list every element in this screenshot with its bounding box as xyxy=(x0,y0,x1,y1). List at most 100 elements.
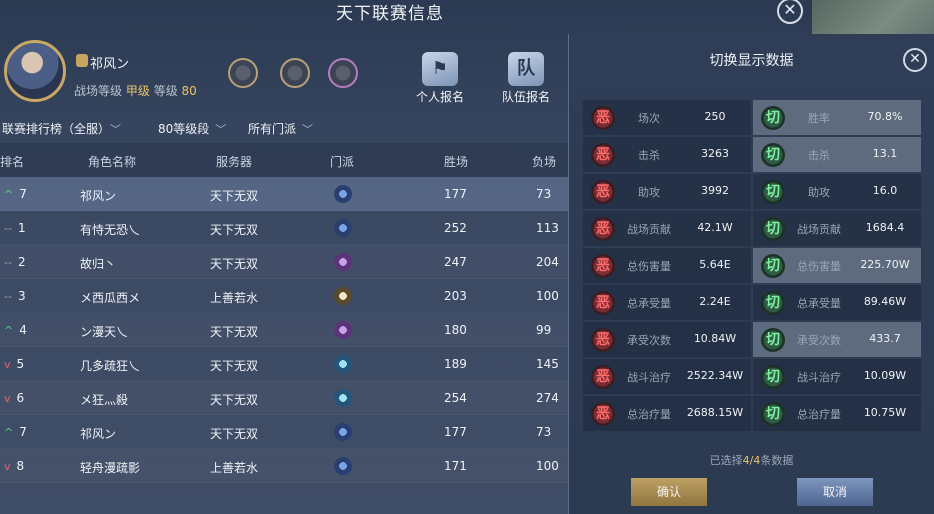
stat-option-right-6[interactable]: 切承受次数 433.7 xyxy=(753,322,921,357)
sect-emblem-icon xyxy=(334,457,352,475)
scroll-flag-icon: ⚑ xyxy=(422,52,458,86)
sect-emblem-icon xyxy=(334,355,352,373)
stat-option-right-7[interactable]: 切战斗治疗 10.09W xyxy=(753,359,921,394)
table-row[interactable]: v 5 几多疏狂乀 天下无双 189 145 xyxy=(0,347,568,381)
table-row[interactable]: ^ 7 祁风ン 天下无双 177 73 xyxy=(0,177,568,211)
header-sect: 门派 xyxy=(330,155,355,169)
average-stat-icon: 切 xyxy=(761,143,785,167)
personal-signup-button[interactable]: ⚑ 个人报名 xyxy=(410,52,470,104)
stat-label: 承受次数 xyxy=(627,334,671,347)
rank-cell: v6 xyxy=(4,391,25,405)
chevron-down-icon: ﹀ xyxy=(215,123,227,136)
losses-cell: 204 xyxy=(536,255,559,269)
average-stat-icon: 切 xyxy=(761,106,785,130)
stat-value: 89.46W xyxy=(863,295,907,308)
total-stat-icon: 恶 xyxy=(591,291,615,315)
stat-value: 10.84W xyxy=(693,332,737,345)
team-signup-button[interactable]: 队 队伍报名 xyxy=(496,52,556,104)
window-close-button[interactable]: ✕ xyxy=(777,0,803,24)
stat-option-right-8[interactable]: 切总治疗量 10.75W xyxy=(753,396,921,431)
stat-label: 总承受量 xyxy=(627,297,671,310)
table-row[interactable]: ^ 4 ン漫天乀 天下无双 180 99 xyxy=(0,313,568,347)
losses-cell: 274 xyxy=(536,391,559,405)
table-row[interactable]: -- 1 有恃无恐乀 天下无双 252 113 xyxy=(0,211,568,245)
average-stat-icon: 切 xyxy=(761,217,785,241)
stat-label: 场次 xyxy=(638,112,660,125)
personal-signup-label: 个人报名 xyxy=(415,90,464,104)
selected-count-text: 已选择4/4条数据 xyxy=(709,454,794,467)
table-body: ^ 7 祁风ン 天下无双 177 73 -- 1 有恃无恐乀 天下无双 252 113 -- 2 故归丶 天下… xyxy=(0,177,568,483)
total-stat-icon: 恶 xyxy=(591,402,615,426)
medal-trophy-icon[interactable] xyxy=(280,58,310,88)
table-row[interactable]: -- 3 メ西瓜西メ 上善若水 203 100 xyxy=(0,279,568,313)
stat-option-right-4[interactable]: 切总伤害量 225.70W xyxy=(753,248,921,283)
stat-option-left-3[interactable]: 恶战场贡献 42.1W xyxy=(583,211,751,246)
player-name-cell: 祁风ン xyxy=(80,189,117,203)
stat-option-left-7[interactable]: 恶战斗治疗 2522.34W xyxy=(583,359,751,394)
trend-down-icon: v xyxy=(4,358,11,371)
sect-emblem-icon xyxy=(334,389,352,407)
table-row[interactable]: v 6 メ狂灬殺 天下无双 254 274 xyxy=(0,381,568,415)
team-shield-icon: 队 xyxy=(508,52,544,86)
total-stat-icon: 恶 xyxy=(591,254,615,278)
stat-option-left-2[interactable]: 恶 助攻 3992 xyxy=(583,174,751,209)
minimap-corner xyxy=(812,0,934,38)
stat-value: 10.09W xyxy=(863,369,907,382)
selected-count: 4/4 xyxy=(742,454,761,467)
filter-sect[interactable]: 所有门派 ﹀ xyxy=(248,120,313,137)
switch-data-panel: 切换显示数据 ✕ 恶场次 250 恶击杀 3263 恶助攻 3992 恶战场贡献 42.1W 恶… xyxy=(568,34,934,514)
server-cell: 上善若水 xyxy=(210,291,259,305)
table-row[interactable]: v 8 轻舟漫疏影 上善若水 171 100 xyxy=(0,449,568,483)
server-cell: 天下无双 xyxy=(210,257,259,271)
stat-option-left-4[interactable]: 恶总伤害量 5.64E xyxy=(583,248,751,283)
wins-cell: 252 xyxy=(444,221,467,235)
server-cell: 天下无双 xyxy=(210,427,259,441)
table-row[interactable]: ^ 7 祁风ン 天下无双 177 73 xyxy=(0,415,568,449)
stat-option-left-6[interactable]: 恶承受次数 10.84W xyxy=(583,322,751,357)
stat-option-right-5[interactable]: 切总承受量 89.46W xyxy=(753,285,921,320)
rank-cell: -- 1 xyxy=(4,221,26,235)
stat-option-left-0[interactable]: 恶 场次 250 xyxy=(583,100,751,135)
stat-value: 250 xyxy=(704,110,726,123)
table-header: 排名 角色名称 服务器 门派 胜场 负场 xyxy=(0,143,568,177)
stat-value: 13.1 xyxy=(872,147,898,160)
rank-cell: -- 3 xyxy=(4,289,26,303)
stat-value: 42.1W xyxy=(697,221,733,234)
losses-cell: 145 xyxy=(536,357,559,371)
total-stat-icon: 恶 xyxy=(591,365,615,389)
stat-option-right-3[interactable]: 切战场贡献 1684.4 xyxy=(753,211,921,246)
player-name-cell: メ狂灬殺 xyxy=(80,393,129,407)
stat-option-right-2[interactable]: 切 助攻 16.0 xyxy=(753,174,921,209)
stat-label: 承受次数 xyxy=(797,334,841,347)
trend-up-icon: ^ xyxy=(4,426,14,439)
stat-option-right-1[interactable]: 切 击杀 13.1 xyxy=(753,137,921,172)
sect-emblem-icon xyxy=(334,321,352,339)
table-row[interactable]: -- 2 故归丶 天下无双 247 204 xyxy=(0,245,568,279)
filter-level-band[interactable]: 80等级段 ﹀ xyxy=(158,120,226,137)
stat-option-left-5[interactable]: 恶总承受量 2.24E xyxy=(583,285,751,320)
confirm-button[interactable]: 确认 xyxy=(631,478,707,506)
stat-value: 2522.34W xyxy=(686,369,744,382)
rank-cell: ^ 4 xyxy=(4,323,27,337)
stat-value: 2688.15W xyxy=(686,406,744,419)
cancel-button[interactable]: 取消 xyxy=(797,478,873,506)
medal-shield-icon[interactable] xyxy=(328,58,358,88)
sect-emblem-icon xyxy=(334,287,352,305)
stat-option-right-0[interactable]: 切 胜率 70.8% xyxy=(753,100,921,135)
average-stat-icon: 切 xyxy=(761,402,785,426)
close-icon: ✕ xyxy=(909,51,921,67)
stat-option-left-8[interactable]: 恶总治疗量 2688.15W xyxy=(583,396,751,431)
medal-target-icon[interactable] xyxy=(228,58,258,88)
stat-label: 战场贡献 xyxy=(627,223,671,236)
server-cell: 上善若水 xyxy=(210,461,259,475)
avatar[interactable] xyxy=(4,40,66,102)
wins-cell: 247 xyxy=(444,255,467,269)
stat-value: 3263 xyxy=(701,147,729,160)
losses-cell: 100 xyxy=(536,289,559,303)
filter-ranking-scope[interactable]: 联赛排行榜（全服） ﹀ xyxy=(2,120,121,137)
player-name-cell: 几多疏狂乀 xyxy=(80,359,141,373)
stat-option-left-1[interactable]: 恶 击杀 3263 xyxy=(583,137,751,172)
stat-label: 胜率 xyxy=(808,112,830,125)
trend-down-icon: v xyxy=(4,392,11,405)
panel-close-button[interactable]: ✕ xyxy=(903,48,927,72)
